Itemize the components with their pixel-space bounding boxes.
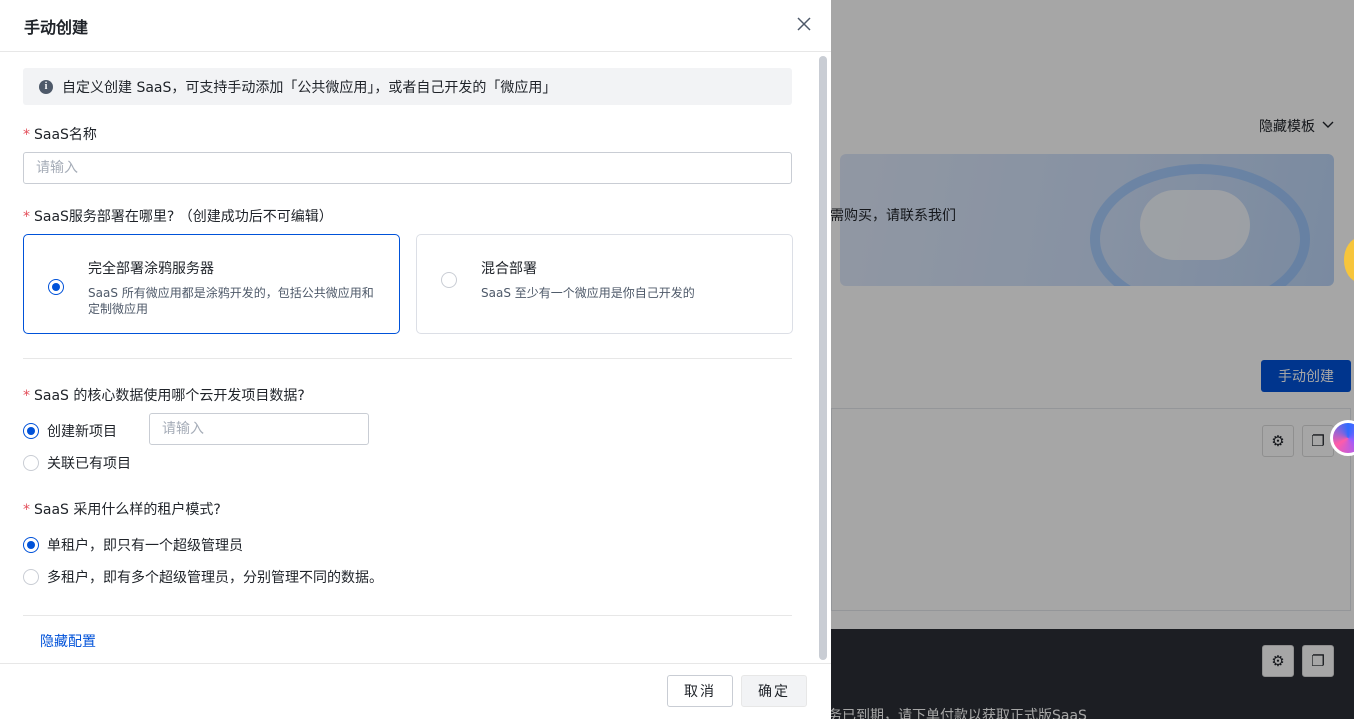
deploy-hybrid-desc: SaaS 至少有一个微应用是你自己开发的 — [481, 286, 695, 300]
label-text: SaaS名称 — [34, 127, 97, 143]
deploy-option-full[interactable]: 完全部署涂鸦服务器 SaaS 所有微应用都是涂鸦开发的，包括公共微应用和定制微应… — [23, 234, 400, 334]
tenant-single-label: 单租户，即只有一个超级管理员 — [47, 538, 243, 554]
project-existing-radio[interactable] — [23, 455, 39, 471]
project-name-input[interactable] — [149, 413, 369, 445]
project-option-existing[interactable]: 关联已有项目 — [23, 453, 131, 473]
tenant-option-multi[interactable]: 多租户，即有多个超级管理员，分别管理不同的数据。 — [23, 567, 383, 587]
cancel-button[interactable]: 取消 — [667, 675, 733, 707]
tenant-multi-label: 多租户，即有多个超级管理员，分别管理不同的数据。 — [47, 570, 383, 586]
section-divider — [23, 358, 792, 359]
hide-config-link[interactable]: 隐藏配置 — [40, 631, 96, 651]
close-icon[interactable] — [793, 12, 815, 36]
required-mark: * — [23, 127, 30, 143]
tenant-label: * SaaS 采用什么样的租户模式? — [23, 499, 221, 519]
tenant-single-radio[interactable] — [23, 537, 39, 553]
deploy-label: * SaaS服务部署在哪里? （创建成功后不可编辑） — [23, 206, 333, 226]
tenant-option-single[interactable]: 单租户，即只有一个超级管理员 — [23, 535, 243, 555]
project-new-radio[interactable] — [23, 423, 39, 439]
project-label: * SaaS 的核心数据使用哪个云开发项目数据? — [23, 385, 305, 405]
deploy-option-hybrid[interactable]: 混合部署 SaaS 至少有一个微应用是你自己开发的 — [416, 234, 793, 334]
deploy-hybrid-radio[interactable] — [441, 272, 457, 288]
saas-name-input[interactable] — [23, 152, 792, 184]
required-mark: * — [23, 502, 30, 518]
label-text: SaaS 采用什么样的租户模式? — [34, 502, 221, 518]
confirm-button[interactable]: 确定 — [741, 675, 807, 707]
manual-create-dialog: 手动创建 i 自定义创建 SaaS，可支持手动添加「公共微应用」，或者自己开发的… — [0, 0, 831, 719]
project-option-new[interactable]: 创建新项目 — [23, 421, 117, 441]
tenant-multi-radio[interactable] — [23, 569, 39, 585]
deploy-hybrid-title: 混合部署 — [481, 261, 537, 277]
section-divider — [23, 615, 792, 616]
project-existing-label: 关联已有项目 — [47, 456, 131, 472]
project-new-label: 创建新项目 — [47, 424, 117, 440]
deploy-full-title: 完全部署涂鸦服务器 — [88, 261, 214, 277]
dialog-title: 手动创建 — [24, 18, 89, 37]
required-mark: * — [23, 388, 30, 404]
label-text: SaaS服务部署在哪里? （创建成功后不可编辑） — [34, 209, 333, 225]
required-mark: * — [23, 209, 30, 225]
dialog-scrollbar[interactable] — [819, 56, 827, 660]
deploy-full-desc: SaaS 所有微应用都是涂鸦开发的，包括公共微应用和定制微应用 — [88, 286, 374, 316]
info-alert: i 自定义创建 SaaS，可支持手动添加「公共微应用」，或者自己开发的「微应用」 — [23, 68, 792, 105]
info-icon: i — [39, 79, 53, 94]
saas-name-label: * SaaS名称 — [23, 124, 97, 144]
label-text: SaaS 的核心数据使用哪个云开发项目数据? — [34, 388, 305, 404]
alert-text: 自定义创建 SaaS，可支持手动添加「公共微应用」，或者自己开发的「微应用」 — [62, 79, 557, 96]
dialog-footer: 取消 确定 — [0, 663, 831, 719]
dialog-body: i 自定义创建 SaaS，可支持手动添加「公共微应用」，或者自己开发的「微应用」… — [0, 53, 817, 663]
deploy-full-radio[interactable] — [48, 279, 64, 295]
dialog-header: 手动创建 — [0, 0, 831, 52]
